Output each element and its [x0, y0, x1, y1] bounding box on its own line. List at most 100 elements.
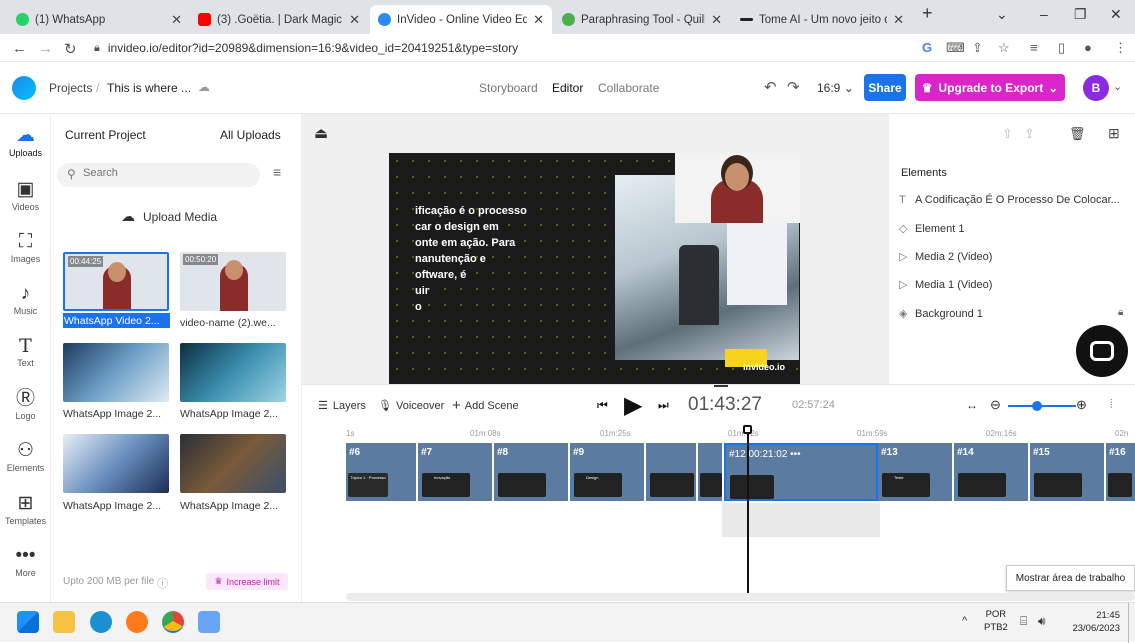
- search-input[interactable]: [83, 167, 253, 179]
- element-row-text[interactable]: T A Codificação É O Processo De Colocar.…: [899, 194, 1120, 206]
- filter-icon[interactable]: ≡: [273, 164, 281, 180]
- tray-chevron-icon[interactable]: ^: [962, 615, 967, 627]
- scene-clip[interactable]: #9 Design: [570, 443, 646, 501]
- scene-clip[interactable]: [646, 443, 698, 501]
- windows-start-icon[interactable]: [17, 611, 39, 633]
- project-name[interactable]: This is where ...: [107, 81, 191, 95]
- timeline-settings-icon[interactable]: ⦙: [1110, 397, 1113, 412]
- scene-clip[interactable]: [698, 443, 724, 501]
- rail-item-images[interactable]: ⛶ Images: [0, 230, 51, 264]
- scene-clip[interactable]: #6 Tópico 1 · Processo: [346, 443, 418, 501]
- network-icon[interactable]: ⌸: [1020, 614, 1027, 629]
- media-thumb-image-4[interactable]: [180, 434, 286, 493]
- zoom-slider-track[interactable]: [1008, 405, 1076, 407]
- redo-icon[interactable]: ↷: [787, 78, 800, 96]
- presenter-video[interactable]: [675, 153, 800, 223]
- playhead-line[interactable]: [747, 427, 749, 597]
- chat-support-button[interactable]: [1076, 325, 1128, 377]
- element-row-media2[interactable]: ▷ Media 2 (Video): [899, 250, 992, 264]
- bookmark-star-icon[interactable]: ☆: [998, 40, 1010, 56]
- increase-limit-button[interactable]: ♛ Increase limit: [206, 573, 288, 590]
- reading-list-icon[interactable]: ≡: [1030, 40, 1038, 55]
- tab-quillbot[interactable]: Paraphrasing Tool - QuillBot ✕: [554, 5, 730, 34]
- restore-button[interactable]: ❐: [1074, 6, 1087, 23]
- profile-icon[interactable]: ●: [1084, 40, 1092, 55]
- url-field[interactable]: 🔒︎ invideo.io/editor?id=20989&dimension=…: [94, 37, 914, 59]
- translate-icon[interactable]: ⌨︎: [946, 40, 965, 56]
- avatar-chevron-icon[interactable]: ⌄: [1113, 80, 1122, 93]
- tab-all-uploads[interactable]: All Uploads: [220, 128, 281, 142]
- window-close-button[interactable]: ✕: [1110, 6, 1122, 23]
- close-icon[interactable]: ✕: [711, 12, 722, 28]
- volume-icon[interactable]: 🔊︎: [1038, 614, 1046, 629]
- share-button[interactable]: Share: [864, 74, 906, 101]
- back-icon[interactable]: ←: [12, 40, 27, 57]
- google-icon[interactable]: G: [922, 40, 932, 55]
- scene-clip[interactable]: #16: [1106, 443, 1135, 501]
- rail-item-music[interactable]: ♪ Music: [0, 282, 51, 316]
- canvas-text-block[interactable]: ificação é o processo car o design em on…: [415, 203, 527, 315]
- move-backward-icon[interactable]: ⇪: [1024, 126, 1035, 142]
- chrome-icon[interactable]: [162, 611, 184, 633]
- rail-item-logo[interactable]: Ⓡ Logo: [0, 387, 51, 421]
- media-thumb-video-1[interactable]: 00:44:25: [63, 252, 169, 311]
- tab-whatsapp[interactable]: (1) WhatsApp ✕: [8, 5, 190, 34]
- rail-item-uploads[interactable]: ☁︎ Uploads: [0, 124, 51, 158]
- breadcrumb-projects[interactable]: Projects: [49, 81, 92, 95]
- tab-invideo[interactable]: InVideo - Online Video Edito ✕: [370, 5, 552, 34]
- zoom-slider-handle[interactable]: [1032, 401, 1042, 411]
- tab-search-icon[interactable]: ⌄: [996, 6, 1008, 23]
- search-field[interactable]: ⚲: [57, 163, 260, 187]
- aspect-ratio-select[interactable]: 16:9 ⌄: [817, 81, 854, 95]
- rail-item-videos[interactable]: ▣ Videos: [0, 178, 51, 212]
- video-canvas[interactable]: ificação é o processo car o design em on…: [389, 153, 800, 384]
- tab-editor[interactable]: Editor: [552, 81, 583, 95]
- media-thumb-video-2[interactable]: 00:50:20: [180, 252, 286, 311]
- rail-item-elements[interactable]: ⚇ Elements: [0, 439, 51, 473]
- firefox-icon[interactable]: [126, 611, 148, 633]
- upload-media-button[interactable]: ☁︎ Upload Media: [121, 208, 217, 225]
- reload-icon[interactable]: ↻: [64, 40, 77, 58]
- clock[interactable]: 21:45 23/06/2023: [1064, 609, 1120, 635]
- add-scene-button[interactable]: + Add Scene: [452, 397, 519, 414]
- skip-back-icon[interactable]: ⏮: [597, 398, 608, 413]
- close-icon[interactable]: ✕: [171, 12, 182, 28]
- share-icon[interactable]: ⇪: [972, 40, 983, 56]
- close-icon[interactable]: ✕: [893, 12, 904, 28]
- horizontal-scrollbar[interactable]: [346, 593, 1135, 601]
- tab-collaborate[interactable]: Collaborate: [598, 81, 659, 95]
- rail-item-more[interactable]: ••• More: [0, 544, 51, 578]
- browser-menu-icon[interactable]: ⋮: [1114, 40, 1127, 56]
- zoom-in-icon[interactable]: ⊕: [1076, 397, 1087, 413]
- edge-icon[interactable]: [90, 611, 112, 633]
- media-thumb-image-1[interactable]: [63, 343, 169, 402]
- skip-forward-icon[interactable]: ⏭: [658, 398, 669, 413]
- media-thumb-image-3[interactable]: [63, 434, 169, 493]
- scene-clip[interactable]: #8: [494, 443, 570, 501]
- rail-item-templates[interactable]: ⊞ Templates: [0, 492, 51, 526]
- fill-color-icon[interactable]: ⏏: [314, 124, 328, 142]
- layers-button[interactable]: ☰ Layers: [318, 399, 366, 413]
- zoom-out-icon[interactable]: ⊖: [990, 397, 1001, 413]
- tab-storyboard[interactable]: Storyboard: [479, 81, 538, 95]
- avatar[interactable]: B: [1083, 75, 1109, 101]
- playhead-handle[interactable]: [743, 425, 752, 434]
- close-icon[interactable]: ✕: [349, 12, 360, 28]
- scene-clip[interactable]: #15: [1030, 443, 1106, 501]
- fit-width-icon[interactable]: ↔: [966, 398, 978, 412]
- scene-clip[interactable]: #14: [954, 443, 1030, 501]
- move-forward-icon[interactable]: ⇧: [1002, 126, 1013, 142]
- language-indicator[interactable]: POR PTB2: [984, 608, 1008, 634]
- scene-clip[interactable]: #7 Inovação: [418, 443, 494, 501]
- rail-item-text[interactable]: T Text: [0, 334, 51, 368]
- voiceover-button[interactable]: 🎙︎ Voiceover: [378, 399, 444, 413]
- scene-clip[interactable]: #13 Teste: [878, 443, 954, 501]
- lock-icon[interactable]: 🔒︎: [1118, 307, 1123, 318]
- side-panel-icon[interactable]: ▯: [1058, 40, 1065, 56]
- tab-current-project[interactable]: Current Project: [65, 128, 146, 142]
- resize-handle[interactable]: [714, 385, 728, 387]
- close-icon[interactable]: ✕: [533, 12, 544, 28]
- show-desktop-button[interactable]: [1128, 603, 1129, 643]
- undo-icon[interactable]: ↶: [764, 78, 777, 96]
- upgrade-to-export-button[interactable]: ♛ Upgrade to Export ⌄: [915, 74, 1065, 101]
